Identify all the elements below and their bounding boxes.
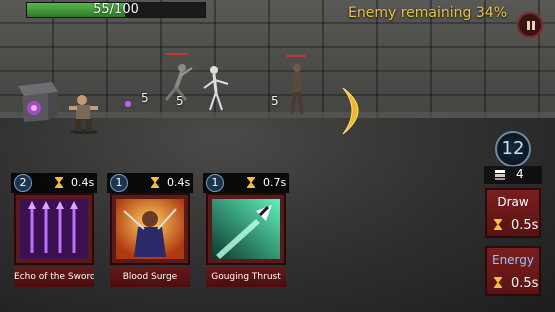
hourglass-icon [55, 177, 63, 188]
card-cost: 2 [14, 174, 32, 192]
card-header: 1 0.7s [203, 173, 289, 193]
anvil-prop [18, 82, 58, 122]
draw-label: Draw [497, 195, 529, 209]
deck-count: 4 [516, 167, 524, 181]
player-character [69, 95, 98, 134]
card-name: Blood Surge [110, 267, 190, 287]
damage-number: 5 [271, 94, 279, 108]
card-stack-icon [495, 170, 505, 180]
mana-counter: 12 [495, 131, 531, 167]
card-cooldown: 0.4s [71, 176, 95, 189]
magic-spark-icon [125, 101, 131, 107]
energy-timer: 0.5s [511, 276, 539, 291]
draw-timer: 0.5s [511, 218, 539, 233]
hourglass-icon [494, 277, 502, 288]
card-cooldown: 0.7s [263, 176, 287, 189]
card-cost: 1 [110, 174, 128, 192]
health-text: 55/100 [93, 2, 139, 17]
enemy-zombie [286, 55, 306, 115]
game-screen: 55/100 Enemy remaining 34% 5 5 5 12 4 Dr… [0, 0, 555, 312]
card-name: Gouging Thrust [206, 267, 286, 287]
draw-button[interactable]: Draw 0.5s [485, 188, 541, 238]
energy-label: Energy [491, 253, 534, 267]
slash-effect [342, 87, 359, 135]
swords-art-icon [20, 199, 88, 259]
damage-number: 5 [141, 91, 149, 105]
card-header: 1 0.4s [107, 173, 193, 193]
enemy-remaining-label: Enemy remaining 34% [348, 5, 507, 21]
deck-counter: 4 [484, 166, 542, 184]
card-art-frame [14, 193, 94, 265]
card-cost: 1 [206, 174, 224, 192]
enemy-skeleton [203, 66, 229, 111]
spear-art-icon [212, 199, 280, 259]
card-art-frame [110, 193, 190, 265]
warrior-art-icon [116, 199, 184, 259]
card-blood-surge[interactable]: 1 0.4s Blood Surge [107, 173, 193, 301]
hourglass-icon [494, 219, 502, 230]
pause-button[interactable] [517, 12, 543, 38]
damage-number: 5 [176, 94, 184, 108]
card-art-frame [206, 193, 286, 265]
hourglass-icon [151, 177, 159, 188]
card-gouging-thrust[interactable]: 1 0.7s Gouging Thrust [203, 173, 289, 301]
card-name: Echo of the Sword [14, 267, 94, 287]
card-cooldown: 0.4s [167, 176, 191, 189]
player-health-bar: 55/100 [26, 2, 206, 18]
hourglass-icon [247, 177, 255, 188]
card-header: 2 0.4s [11, 173, 97, 193]
energy-button[interactable]: Energy 0.5s [485, 246, 541, 296]
card-echo-of-the-sword[interactable]: 2 0.4s Echo of the Sword [11, 173, 97, 301]
